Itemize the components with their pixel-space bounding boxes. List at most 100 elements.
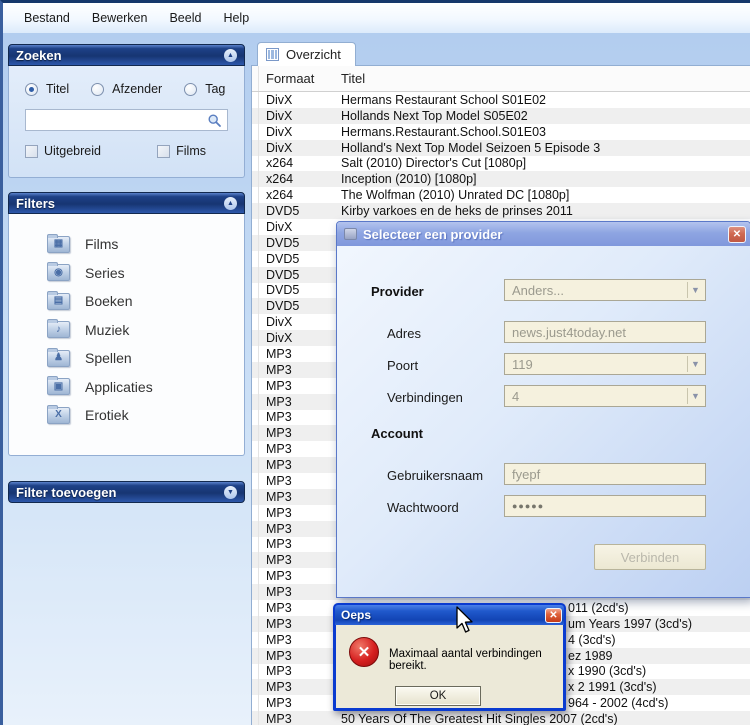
ok-button[interactable]: OK	[395, 686, 481, 706]
column-header-titel[interactable]: Titel	[341, 71, 750, 86]
row-format: MP3	[259, 347, 341, 361]
row-gutter	[252, 378, 259, 394]
close-icon[interactable]: ✕	[728, 226, 746, 243]
adres-input[interactable]: news.just4today.net	[504, 321, 706, 343]
sidebar: Zoeken ▲ Titel Afzender Tag	[8, 38, 245, 725]
row-title: The Wolfman (2010) Unrated DC [1080p]	[341, 188, 750, 202]
row-format: MP3	[259, 712, 341, 725]
filter-item-applicaties[interactable]: ▣Applicaties	[9, 373, 244, 402]
table-row[interactable]: DivXHermans Restaurant School S01E02	[252, 92, 750, 108]
row-gutter	[252, 346, 259, 362]
filter-item-spellen[interactable]: ♟Spellen	[9, 344, 244, 373]
provider-dialog-titlebar[interactable]: Selecteer een provider ✕	[337, 222, 750, 246]
row-gutter	[252, 187, 259, 203]
row-format: MP3	[259, 506, 341, 520]
row-format: MP3	[259, 601, 341, 615]
row-format: DivX	[259, 331, 341, 345]
game-folder-icon: ♟	[47, 350, 70, 367]
row-gutter	[252, 219, 259, 235]
row-gutter	[252, 108, 259, 124]
x-folder-icon: X	[47, 407, 70, 424]
table-row[interactable]: MP350 Years Of The Greatest Hit Singles …	[252, 711, 750, 725]
filter-item-muziek[interactable]: ♪Muziek	[9, 316, 244, 345]
row-format: MP3	[259, 363, 341, 377]
radio-tag[interactable]	[184, 83, 197, 96]
row-title: Salt (2010) Director's Cut [1080p]	[341, 156, 750, 170]
close-icon[interactable]: ✕	[545, 608, 562, 623]
provider-combobox[interactable]: Anders... ▼	[504, 279, 706, 301]
verbinden-button[interactable]: Verbinden	[594, 544, 706, 570]
filter-item-series[interactable]: ◉Series	[9, 259, 244, 288]
poort-label: Poort	[387, 358, 418, 373]
filter-toevoegen-title: Filter toevoegen	[16, 485, 116, 500]
row-gutter	[252, 616, 259, 632]
search-input[interactable]	[26, 111, 207, 129]
menu-bewerken[interactable]: Bewerken	[82, 7, 158, 29]
filter-item-erotiek[interactable]: XErotiek	[9, 401, 244, 430]
radio-tag-label: Tag	[205, 82, 225, 96]
collapse-down-icon[interactable]: ▼	[224, 486, 237, 499]
row-format: MP3	[259, 395, 341, 409]
table-header[interactable]: Formaat Titel	[252, 66, 750, 92]
row-title: Inception (2010) [1080p]	[341, 172, 750, 186]
row-gutter	[252, 235, 259, 251]
adres-label: Adres	[387, 326, 421, 341]
gebruikersnaam-input[interactable]: fyepf	[504, 463, 706, 485]
menu-help[interactable]: Help	[213, 7, 259, 29]
table-row[interactable]: x264The Wolfman (2010) Unrated DC [1080p…	[252, 187, 750, 203]
filters-panel-header[interactable]: Filters ▲	[8, 192, 245, 214]
table-row[interactable]: x264Inception (2010) [1080p]	[252, 171, 750, 187]
provider-label: Provider	[371, 284, 424, 299]
table-row[interactable]: DivXHollands Next Top Model S05E02	[252, 108, 750, 124]
filter-item-boeken[interactable]: ▤Boeken	[9, 287, 244, 316]
tab-overzicht-label: Overzicht	[286, 47, 341, 62]
collapse-up-icon[interactable]: ▲	[224, 197, 237, 210]
filter-item-films[interactable]: ▦Films	[9, 230, 244, 259]
row-gutter	[252, 537, 259, 553]
verbinden-button-label: Verbinden	[621, 550, 680, 565]
radio-afzender[interactable]	[91, 83, 104, 96]
provider-dialog: Selecteer een provider ✕ Provider Anders…	[336, 221, 750, 598]
table-row[interactable]: DivXHolland's Next Top Model Seizoen 5 E…	[252, 140, 750, 156]
provider-dialog-icon	[344, 228, 357, 240]
error-icon-glyph: ✕	[358, 643, 371, 661]
zoeken-panel-title: Zoeken	[16, 48, 62, 63]
row-format: DivX	[259, 141, 341, 155]
verbindingen-combobox[interactable]: 4 ▼	[504, 385, 706, 407]
uitgebreid-checkbox[interactable]	[25, 145, 38, 158]
column-header-formaat[interactable]: Formaat	[259, 71, 341, 86]
wachtwoord-input[interactable]: ●●●●●	[504, 495, 706, 517]
tab-overzicht[interactable]: Overzicht	[257, 42, 356, 66]
wachtwoord-label: Wachtwoord	[387, 500, 459, 515]
menu-bestand[interactable]: Bestand	[14, 7, 80, 29]
films-checkbox[interactable]	[157, 145, 170, 158]
row-format: MP3	[259, 569, 341, 583]
verbindingen-label: Verbindingen	[387, 390, 463, 405]
radio-titel-label: Titel	[46, 82, 69, 96]
row-format: DivX	[259, 93, 341, 107]
row-gutter	[252, 632, 259, 648]
table-row[interactable]: DivXHermans.Restaurant.School.S01E03	[252, 124, 750, 140]
filter-toevoegen-header[interactable]: Filter toevoegen ▼	[8, 481, 245, 503]
row-gutter	[252, 314, 259, 330]
poort-combobox[interactable]: 119 ▼	[504, 353, 706, 375]
search-icon[interactable]	[207, 113, 222, 128]
error-dialog-titlebar[interactable]: Oeps ✕	[335, 605, 564, 625]
row-gutter	[252, 251, 259, 267]
speech-bubble-folder-icon: ◉	[47, 264, 70, 281]
row-gutter	[252, 711, 259, 725]
search-options: Uitgebreid Films	[25, 144, 228, 158]
zoeken-panel-header[interactable]: Zoeken ▲	[8, 44, 245, 66]
provider-value: Anders...	[512, 283, 564, 298]
row-gutter	[252, 441, 259, 457]
collapse-up-icon[interactable]: ▲	[224, 49, 237, 62]
table-row[interactable]: x264Salt (2010) Director's Cut [1080p]	[252, 156, 750, 172]
table-row[interactable]: DVD5Kirby varkoes en de heks de prinses …	[252, 203, 750, 219]
app-window-folder-icon: ▣	[47, 378, 70, 395]
row-gutter	[252, 552, 259, 568]
music-folder-icon: ♪	[47, 321, 70, 338]
radio-titel[interactable]	[25, 83, 38, 96]
row-gutter	[252, 568, 259, 584]
menu-beeld[interactable]: Beeld	[159, 7, 211, 29]
row-format: DivX	[259, 220, 341, 234]
